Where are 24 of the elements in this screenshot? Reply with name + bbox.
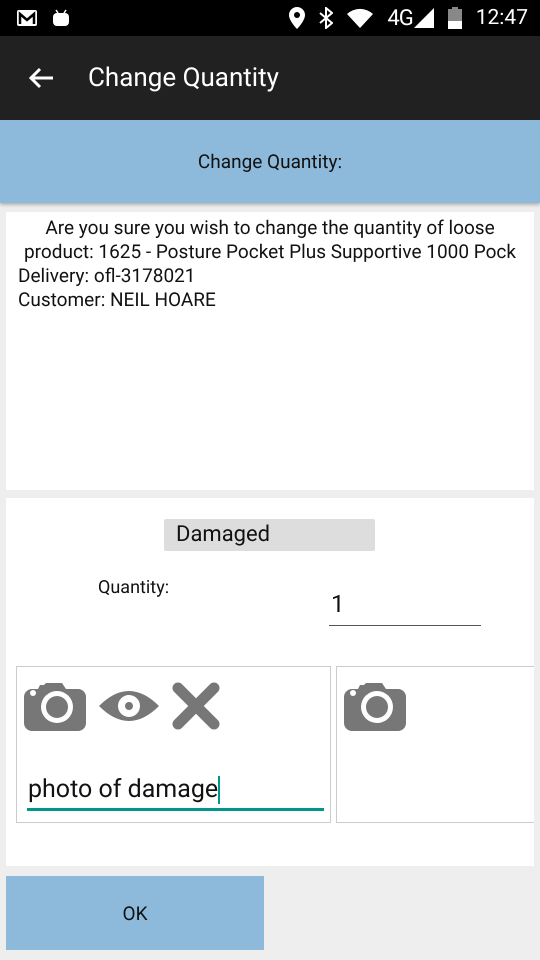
- eye-icon[interactable]: [98, 689, 160, 723]
- signal-icon: [414, 8, 434, 28]
- android-icon: [52, 9, 70, 27]
- camera-icon[interactable]: [344, 681, 406, 731]
- camera-icon[interactable]: [24, 681, 86, 731]
- quantity-field[interactable]: 1: [329, 590, 481, 626]
- quantity-label: Quantity:: [98, 577, 170, 598]
- bluetooth-icon: [319, 7, 334, 29]
- screen-title: Change Quantity: [88, 63, 279, 93]
- close-icon[interactable]: [172, 682, 220, 730]
- reason-label[interactable]: Damaged: [164, 519, 375, 551]
- caption-field[interactable]: photo of damage: [27, 765, 324, 811]
- header-title: Change Quantity:: [198, 150, 342, 173]
- wifi-icon: [347, 8, 374, 28]
- ok-button[interactable]: OK: [6, 876, 264, 950]
- confirmation-message: Are you sure you wish to change the quantity of loose product: 1625 - Posture Pocket Plus Supportive 1000 Pock: [23, 216, 517, 264]
- clock-time: 12:47: [476, 6, 528, 30]
- mail-icon: [16, 9, 38, 27]
- network-label: 4G: [387, 6, 413, 30]
- customer-label: Customer: NEIL HOARE: [18, 288, 217, 312]
- back-arrow-icon[interactable]: [28, 67, 54, 89]
- delivery-label: Delivery: ofl-3178021: [18, 264, 196, 288]
- location-icon: [289, 7, 306, 29]
- battery-icon: [448, 7, 462, 29]
